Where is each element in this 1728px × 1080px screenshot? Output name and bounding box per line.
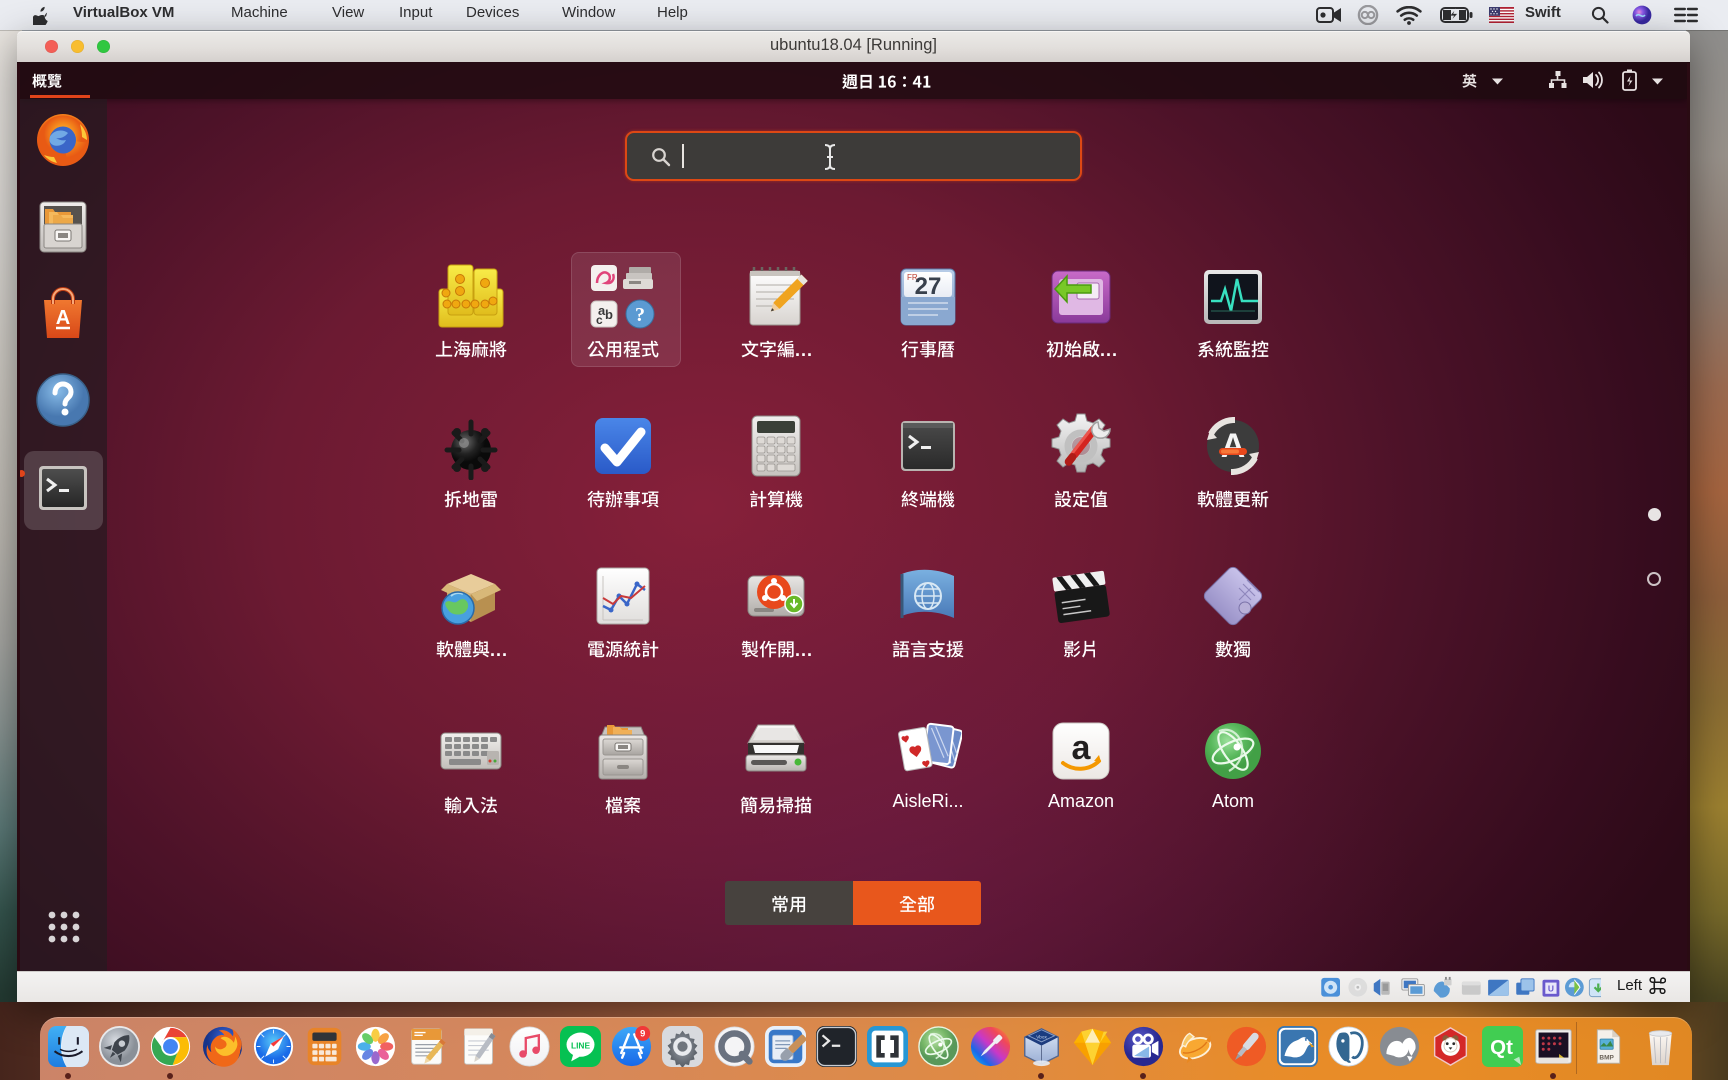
svg-text:a: a <box>1072 729 1092 767</box>
svg-text:b: b <box>605 307 613 322</box>
svg-text:A: A <box>1221 427 1246 465</box>
svg-text:BMP: BMP <box>1599 1055 1614 1062</box>
svg-text:U: U <box>1548 983 1554 993</box>
svg-text:c: c <box>596 313 603 327</box>
svg-text:LINE: LINE <box>571 1040 590 1050</box>
svg-text:Qt: Qt <box>1490 1036 1513 1059</box>
svg-text:A: A <box>56 307 70 329</box>
svg-text:27: 27 <box>915 273 942 300</box>
svg-text:9: 9 <box>640 1029 645 1039</box>
svg-text:Vbox: Vbox <box>1036 1035 1047 1040</box>
svg-text:?: ? <box>635 304 645 326</box>
